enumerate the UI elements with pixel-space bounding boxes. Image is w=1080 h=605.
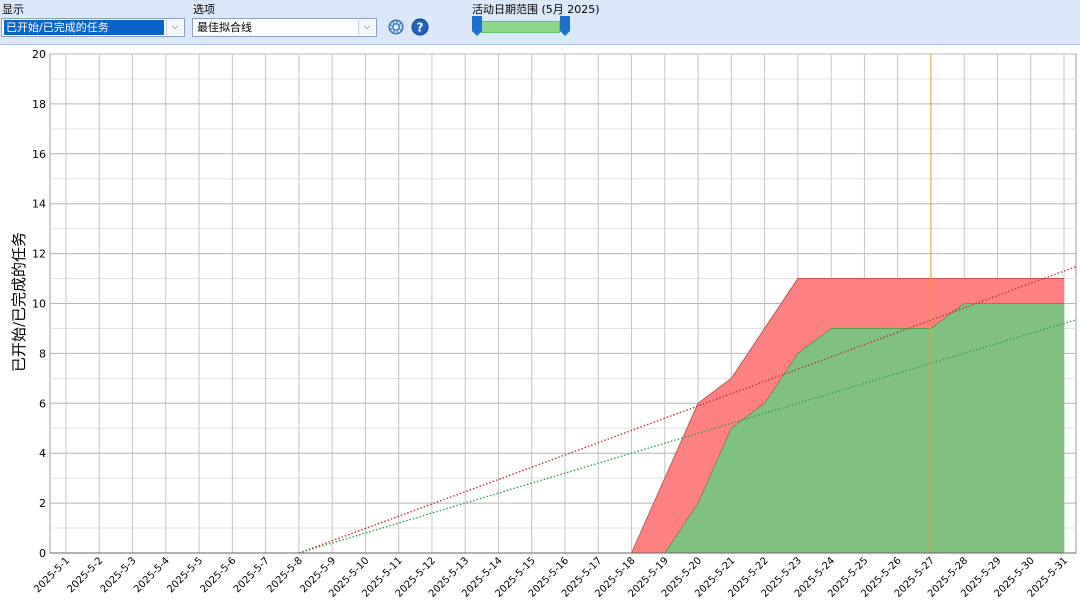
y-axis-label: 已开始/已完成的任务 bbox=[10, 231, 28, 373]
options-select[interactable]: 最佳拟合线 ⌵ bbox=[192, 18, 377, 37]
display-select[interactable]: 已开始/已完成的任务 ⌵ bbox=[1, 18, 185, 37]
y-tick-label: 0 bbox=[39, 547, 46, 560]
chevron-down-icon[interactable]: ⌵ bbox=[358, 20, 375, 35]
y-tick-label: 8 bbox=[39, 347, 46, 360]
date-range-track[interactable] bbox=[480, 21, 560, 33]
y-tick-label: 20 bbox=[32, 48, 46, 61]
y-tick-label: 2 bbox=[39, 497, 46, 510]
options-select-value: 最佳拟合线 bbox=[197, 21, 252, 34]
y-tick-label: 4 bbox=[39, 447, 46, 460]
help-icon[interactable]: ? bbox=[411, 18, 429, 36]
range-end-handle[interactable] bbox=[560, 16, 570, 36]
display-label: 显示 bbox=[2, 3, 24, 16]
date-range-label: 活动日期范围 (5月 2025) bbox=[472, 3, 600, 16]
burnup-chart: 024681012141618202025-5-12025-5-22025-5-… bbox=[32, 48, 1077, 600]
y-tick-label: 18 bbox=[32, 98, 46, 111]
y-tick-label: 16 bbox=[32, 148, 46, 161]
gear-icon[interactable] bbox=[387, 18, 405, 36]
chart-area: 已开始/已完成的任务 0 2 4 6 8 10 12 14 16 18 20 2025-5-1 2025… bbox=[0, 45, 1080, 602]
y-tick-label: 14 bbox=[32, 198, 46, 211]
y-tick-label: 6 bbox=[39, 397, 46, 410]
y-tick-label: 12 bbox=[32, 248, 46, 261]
y-tick-label: 10 bbox=[32, 298, 46, 311]
display-select-value: 已开始/已完成的任务 bbox=[3, 19, 165, 36]
options-label: 选项 bbox=[193, 3, 215, 16]
svg-text:?: ? bbox=[417, 21, 424, 35]
range-start-handle[interactable] bbox=[472, 16, 482, 36]
chevron-down-icon[interactable]: ⌵ bbox=[166, 20, 183, 35]
toolbar: 显示 已开始/已完成的任务 ⌵ 选项 最佳拟合线 ⌵ ? 活动日期范围 (5月 … bbox=[0, 0, 1080, 45]
